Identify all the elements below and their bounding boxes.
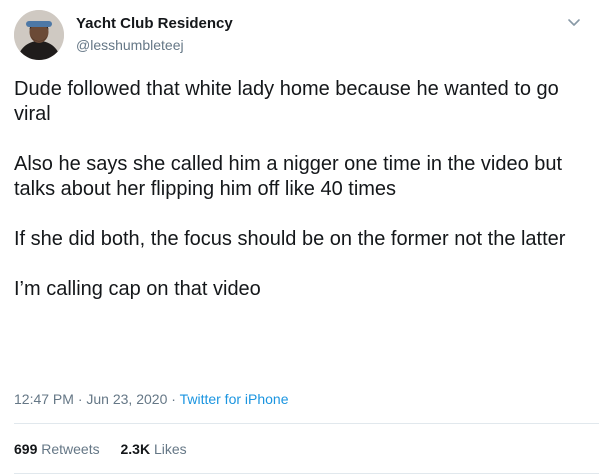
tweet-stats: 699 Retweets 2.3K Likes (14, 440, 187, 458)
likes-stat[interactable]: 2.3K Likes (121, 441, 187, 457)
tweet-source-link[interactable]: Twitter for iPhone (180, 391, 289, 407)
tweet-paragraph: I’m calling cap on that video (14, 278, 261, 300)
tweet-timestamp[interactable]: 12:47 PM · Jun 23, 2020 (14, 391, 167, 407)
tweet-text: Dude followed that white lady home becau… (14, 77, 589, 302)
tweet-paragraph: Also he says she called him a nigger one… (14, 153, 563, 200)
retweets-label: Retweets (41, 441, 100, 457)
user-handle[interactable]: @lesshumbleteej (76, 36, 184, 54)
display-name[interactable]: Yacht Club Residency (76, 15, 233, 33)
avatar[interactable] (14, 10, 64, 60)
retweets-stat[interactable]: 699 Retweets (14, 441, 100, 457)
meta-separator: · (171, 391, 176, 407)
chevron-down-icon[interactable] (566, 14, 582, 30)
likes-label: Likes (153, 441, 187, 457)
divider (14, 423, 599, 424)
profile-photo (14, 10, 64, 60)
retweets-count: 699 (14, 441, 38, 457)
tweet-paragraph: If she did both, the focus should be on … (14, 228, 566, 250)
tweet-paragraph: Dude followed that white lady home becau… (14, 78, 559, 125)
meta-separator: · (77, 391, 83, 407)
tweet-metadata: 12:47 PM · Jun 23, 2020 · Twitter for iP… (14, 390, 289, 408)
tweet-date: Jun 23, 2020 (86, 391, 168, 407)
likes-count: 2.3K (120, 441, 151, 457)
tweet-time: 12:47 PM (14, 391, 74, 407)
